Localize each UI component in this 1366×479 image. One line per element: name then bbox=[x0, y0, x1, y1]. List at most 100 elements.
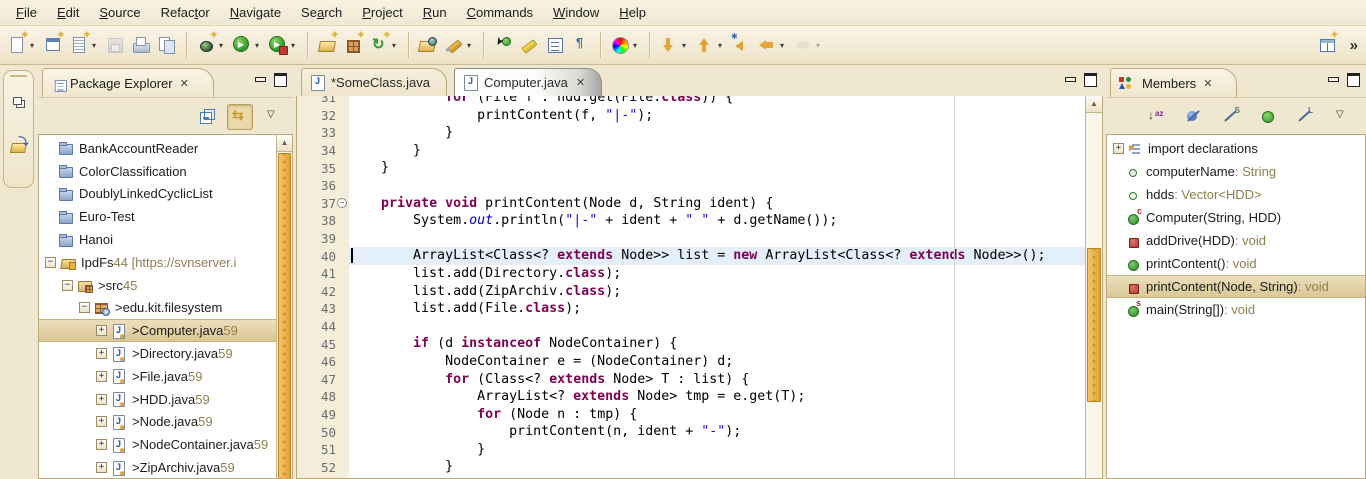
editor-tab-computer-java[interactable]: Computer.java bbox=[454, 68, 602, 96]
scrollbar-thumb[interactable] bbox=[1087, 248, 1101, 402]
toolbar-overflow-chevron[interactable]: » bbox=[1350, 37, 1356, 54]
member-item-main-string-[interactable]: main(String[]) : void bbox=[1107, 298, 1365, 321]
print-button[interactable] bbox=[129, 31, 153, 59]
expand-icon[interactable]: + bbox=[96, 416, 107, 427]
code-line-52[interactable]: } bbox=[349, 458, 1086, 476]
code-line-43[interactable]: list.add(File.class); bbox=[349, 300, 1086, 318]
code-line-44[interactable] bbox=[349, 318, 1086, 336]
hide-local-types-button[interactable] bbox=[1293, 105, 1317, 129]
code-line-38[interactable]: System.out.println("|-" + ident + " " + … bbox=[349, 212, 1086, 230]
member-item-printcontent-node-string-[interactable]: printContent(Node, String) : void bbox=[1107, 275, 1365, 298]
minimize-button[interactable] bbox=[1065, 76, 1075, 85]
next-annotation-button[interactable] bbox=[657, 31, 691, 59]
run-external-button[interactable] bbox=[266, 31, 300, 59]
expand-icon[interactable]: + bbox=[96, 325, 107, 336]
expand-icon[interactable]: + bbox=[96, 348, 107, 359]
tree-item-doublylinkedcycliclist[interactable]: DoublyLinkedCyclicList bbox=[39, 183, 276, 206]
code-line-47[interactable]: for (Class<? extends Node> T : list) { bbox=[349, 371, 1086, 389]
menu-file[interactable]: File bbox=[6, 2, 47, 23]
tab-members[interactable]: Members bbox=[1110, 68, 1237, 98]
code-line-46[interactable]: NodeContainer e = (NodeContainer) d; bbox=[349, 353, 1086, 371]
menu-source[interactable]: Source bbox=[89, 2, 150, 23]
expand-icon[interactable]: + bbox=[1113, 143, 1124, 154]
menu-help[interactable]: Help bbox=[609, 2, 656, 23]
menu-edit[interactable]: Edit bbox=[47, 2, 89, 23]
refresh-button[interactable] bbox=[367, 31, 401, 59]
dropdown-arrow-icon[interactable] bbox=[777, 41, 787, 50]
code-line-45[interactable]: if (d instanceof NodeContainer) { bbox=[349, 335, 1086, 353]
scroll-up-arrow[interactable] bbox=[277, 135, 292, 152]
package-explorer-scrollbar[interactable] bbox=[276, 135, 292, 478]
minimize-button[interactable] bbox=[1328, 76, 1338, 85]
open-type-button[interactable] bbox=[416, 31, 440, 59]
sort-button[interactable] bbox=[1145, 105, 1169, 129]
member-item-computer-string-hdd-[interactable]: Computer(String, HDD) bbox=[1107, 206, 1365, 229]
code-line-51[interactable]: } bbox=[349, 441, 1086, 459]
menu-refactor[interactable]: Refactor bbox=[151, 2, 220, 23]
new-note-button[interactable] bbox=[67, 31, 101, 59]
menu-run[interactable]: Run bbox=[413, 2, 457, 23]
last-edit-location-button[interactable] bbox=[729, 31, 753, 59]
dropdown-arrow-icon[interactable] bbox=[216, 41, 226, 50]
view-menu-button[interactable] bbox=[261, 105, 285, 129]
minimize-button[interactable] bbox=[255, 76, 265, 85]
menu-project[interactable]: Project bbox=[352, 2, 412, 23]
fold-collapse-icon[interactable] bbox=[336, 195, 349, 213]
tree-item-euro-test[interactable]: Euro-Test bbox=[39, 205, 276, 228]
hide-fields-button[interactable] bbox=[1182, 105, 1206, 129]
hide-static-button[interactable] bbox=[1219, 105, 1243, 129]
dropdown-arrow-icon[interactable] bbox=[252, 41, 262, 50]
tree-item-ipdfs[interactable]: −IpdFs 44 [https://svnserver.i bbox=[39, 251, 276, 274]
tree-item-nodecontainer-java[interactable]: +> NodeContainer.java 59 bbox=[39, 433, 276, 456]
search-marker-button[interactable] bbox=[442, 31, 476, 59]
code-line-37[interactable]: private void printContent(Node d, String… bbox=[349, 195, 1086, 213]
code-line-33[interactable]: } bbox=[349, 124, 1086, 142]
back-button[interactable] bbox=[755, 31, 789, 59]
editor-scrollbar[interactable] bbox=[1085, 96, 1102, 478]
collapse-all-button[interactable] bbox=[195, 105, 219, 129]
restore-view-button[interactable] bbox=[7, 89, 31, 117]
member-item-printcontent-[interactable]: printContent() : void bbox=[1107, 252, 1365, 275]
code-editor[interactable]: 3132333435363738394041424344454647484950… bbox=[296, 96, 1103, 479]
expand-icon[interactable]: + bbox=[96, 371, 107, 382]
dropdown-arrow-icon[interactable] bbox=[813, 41, 823, 50]
code-line-40[interactable]: ArrayList<Class<? extends Node>> list = … bbox=[349, 247, 1086, 265]
expand-icon[interactable]: + bbox=[96, 394, 107, 405]
editor-tab--someclass-java[interactable]: *SomeClass.java bbox=[301, 68, 447, 96]
expand-icon[interactable]: + bbox=[96, 462, 107, 473]
maximize-button[interactable] bbox=[1347, 73, 1360, 87]
collapse-icon[interactable]: − bbox=[62, 280, 73, 291]
open-view-button[interactable] bbox=[7, 131, 31, 159]
close-icon[interactable] bbox=[576, 76, 585, 89]
tree-item-bankaccountreader[interactable]: BankAccountReader bbox=[39, 137, 276, 160]
import-wizard-button[interactable] bbox=[315, 31, 339, 59]
close-icon[interactable] bbox=[180, 77, 189, 90]
scrollbar-thumb[interactable] bbox=[278, 153, 291, 479]
prev-annotation-button[interactable] bbox=[693, 31, 727, 59]
code-pane[interactable]: for (File f : hdd.get(File.class)) { pri… bbox=[349, 96, 1086, 478]
menu-search[interactable]: Search bbox=[291, 2, 352, 23]
collapse-icon[interactable]: − bbox=[45, 257, 56, 268]
tab-package-explorer[interactable]: Package Explorer bbox=[42, 68, 214, 98]
dropdown-arrow-icon[interactable] bbox=[715, 41, 725, 50]
annotation-cursor-button[interactable] bbox=[491, 31, 515, 59]
dropdown-arrow-icon[interactable] bbox=[679, 41, 689, 50]
dropdown-arrow-icon[interactable] bbox=[27, 41, 37, 50]
code-line-36[interactable] bbox=[349, 177, 1086, 195]
menu-commands[interactable]: Commands bbox=[457, 2, 543, 23]
show-whitespace-button[interactable] bbox=[569, 31, 593, 59]
code-line-42[interactable]: list.add(ZipArchiv.class); bbox=[349, 283, 1086, 301]
fast-view-drag-handle[interactable] bbox=[10, 75, 27, 77]
code-line-49[interactable]: for (Node n : tmp) { bbox=[349, 406, 1086, 424]
dropdown-arrow-icon[interactable] bbox=[464, 41, 474, 50]
copy-document-button[interactable] bbox=[155, 31, 179, 59]
code-line-50[interactable]: printContent(n, ident + "-"); bbox=[349, 423, 1086, 441]
member-item-computername[interactable]: computerName : String bbox=[1107, 160, 1365, 183]
tree-item-src[interactable]: −> src 45 bbox=[39, 274, 276, 297]
debug-button[interactable] bbox=[194, 31, 228, 59]
tree-item-hdd-java[interactable]: +> HDD.java 59 bbox=[39, 388, 276, 411]
run-button[interactable] bbox=[230, 31, 264, 59]
code-line-35[interactable]: } bbox=[349, 159, 1086, 177]
dropdown-arrow-icon[interactable] bbox=[389, 41, 399, 50]
menu-window[interactable]: Window bbox=[543, 2, 609, 23]
